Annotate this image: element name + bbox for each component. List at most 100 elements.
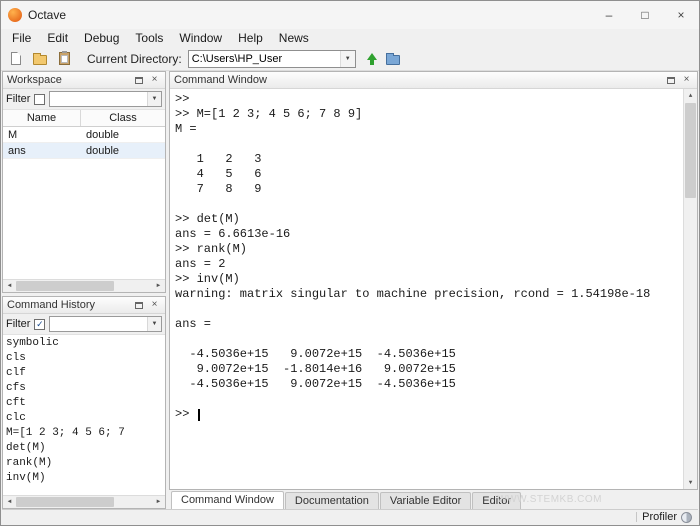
history-item[interactable]: symbolic [3,336,165,351]
new-script-button[interactable] [5,49,27,69]
terminal-line [175,197,677,212]
main-area: Workspace × Filter ▼ Name Class [2,71,698,509]
variable-name: M [3,129,81,141]
history-undock-icon[interactable] [132,299,145,312]
column-header-class[interactable]: Class [81,110,165,126]
browse-directory-button[interactable] [382,49,404,69]
history-item[interactable]: clf [3,366,165,381]
menu-item[interactable]: Edit [39,30,76,46]
terminal-vscroll-thumb[interactable] [685,103,696,198]
minimize-button[interactable]: – [591,2,627,29]
scroll-up-icon[interactable]: ▲ [684,89,697,102]
menu-item[interactable]: News [271,30,317,46]
workspace-row[interactable]: M double [3,127,165,143]
workspace-hscrollbar[interactable]: ◄ ► [3,279,165,292]
history-filter-checkbox[interactable]: ✓ [34,319,45,330]
terminal-line: >> rank(M) [175,242,677,257]
paste-icon [59,52,70,65]
menu-bar: File Edit Debug Tools Window Help News [1,29,699,47]
workspace-hscroll-thumb[interactable] [16,281,114,291]
menu-item[interactable]: Debug [76,30,127,46]
workspace-close-icon[interactable]: × [148,74,161,87]
workspace-table-body: M double ans double [3,127,165,279]
bottom-tab-bar: Command Window Documentation Variable Ed… [169,490,698,509]
history-hscrollbar[interactable]: ◄ ► [3,495,165,508]
scroll-down-icon[interactable]: ▼ [684,476,697,489]
terminal-line: ans = [175,317,677,332]
scroll-left-icon[interactable]: ◄ [3,496,16,508]
current-directory-combobox[interactable]: ▼ [188,50,356,68]
history-hscroll-track[interactable] [16,496,152,508]
variable-name: ans [3,145,81,157]
scroll-left-icon[interactable]: ◄ [3,280,16,292]
terminal-line: >> det(M) [175,212,677,227]
history-close-icon[interactable]: × [148,299,161,312]
history-filter-dropdown-icon: ▼ [147,317,161,331]
menu-item[interactable]: Help [230,30,271,46]
history-item[interactable]: inv(M) [3,471,165,486]
terminal-line: 1 2 3 [175,152,677,167]
terminal-output: >> >> M=[1 2 3; 4 5 6; 7 8 9] M = 1 2 3 … [175,92,677,407]
dock-tab[interactable]: Documentation [285,492,379,509]
scroll-right-icon[interactable]: ► [152,496,165,508]
terminal-line: ans = 6.6613e-16 [175,227,677,242]
menu-item[interactable]: Tools [127,30,171,46]
terminal-line: M = [175,122,677,137]
dock-tab[interactable]: Variable Editor [380,492,471,509]
combo-dropdown-icon[interactable]: ▼ [340,51,355,67]
terminal-line: -4.5036e+15 9.0072e+15 -4.5036e+15 [175,347,677,362]
menu-item[interactable]: File [4,30,39,46]
terminal-line: -4.5036e+15 9.0072e+15 -4.5036e+15 [175,377,677,392]
workspace-header: Workspace × [3,72,165,89]
scroll-right-icon[interactable]: ► [152,280,165,292]
workspace-filter-dropdown[interactable]: ▼ [49,91,162,107]
history-item[interactable]: rank(M) [3,456,165,471]
command-window-close-icon[interactable]: × [680,74,693,87]
history-hscroll-thumb[interactable] [16,497,114,507]
workspace-hscroll-track[interactable] [16,280,152,292]
history-item[interactable]: cft [3,396,165,411]
window-title: Octave [28,8,591,22]
terminal-line [175,137,677,152]
terminal-line: 9.0072e+15 -1.8014e+16 9.0072e+15 [175,362,677,377]
status-separator [636,512,637,522]
workspace-undock-icon[interactable] [132,74,145,87]
workspace-filter-checkbox[interactable] [34,94,45,105]
terminal-line: warning: matrix singular to machine prec… [175,287,677,302]
maximize-button[interactable]: □ [627,2,663,29]
variable-class: double [81,129,165,141]
command-window-undock-icon[interactable] [664,74,677,87]
terminal-vscrollbar[interactable]: ▲ ▼ [683,89,697,489]
status-bar: Profiler [2,509,698,524]
browse-directory-icon [386,55,400,65]
current-directory-input[interactable] [189,51,340,67]
profiler-toggle[interactable]: Profiler [642,511,692,523]
terminal-vscroll-track[interactable] [684,102,697,476]
directory-up-button[interactable] [358,49,380,69]
profiler-label: Profiler [642,511,677,523]
workspace-panel: Workspace × Filter ▼ Name Class [2,71,166,293]
history-item[interactable]: cls [3,351,165,366]
history-item[interactable]: cfs [3,381,165,396]
menu-item[interactable]: Window [171,30,230,46]
dock-tab[interactable]: Command Window [171,491,284,509]
terminal-line: >> inv(M) [175,272,677,287]
open-button[interactable] [29,49,51,69]
column-header-name[interactable]: Name [3,110,81,126]
history-filter-dropdown[interactable]: ▼ [49,316,162,332]
command-history-title: Command History [7,299,129,311]
terminal-line: ans = 2 [175,257,677,272]
history-item[interactable]: M=[1 2 3; 4 5 6; 7 [3,426,165,441]
octave-window: Octave – □ × File Edit Debug Tools Windo… [0,0,700,526]
terminal[interactable]: >> >> M=[1 2 3; 4 5 6; 7 8 9] M = 1 2 3 … [170,89,697,489]
toolbar: Current Directory: ▼ [1,47,699,71]
profiler-icon [681,512,692,523]
close-button[interactable]: × [663,2,699,29]
workspace-row[interactable]: ans double [3,143,165,159]
paste-button[interactable] [53,49,75,69]
history-item[interactable]: det(M) [3,441,165,456]
command-history-panel: Command History × Filter ✓ ▼ symbolic [2,296,166,509]
history-item[interactable]: clc [3,411,165,426]
command-history-header: Command History × [3,297,165,314]
terminal-prompt-line: >> [175,407,677,422]
